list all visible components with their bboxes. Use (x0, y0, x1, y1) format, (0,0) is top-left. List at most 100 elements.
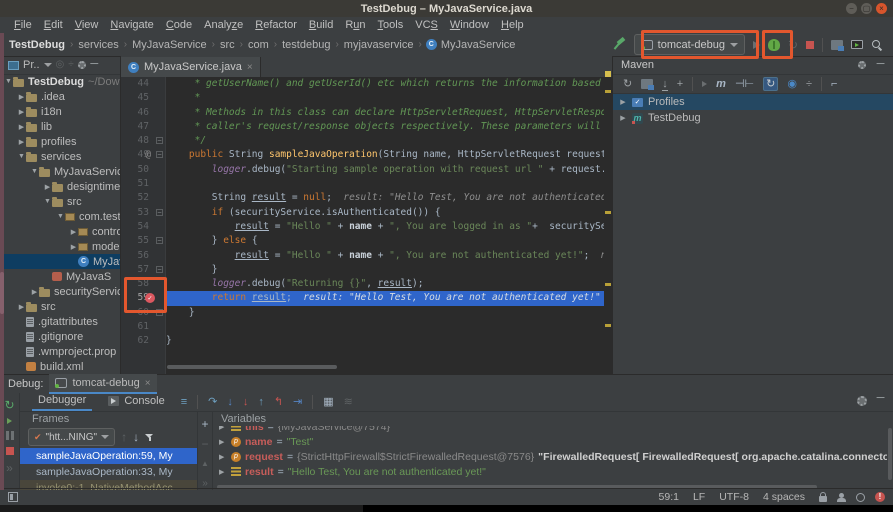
fold-marker[interactable]: – (156, 309, 163, 316)
tree-item-mode[interactable]: ▶mode (0, 239, 120, 254)
run-dashboard-icon[interactable] (851, 40, 863, 49)
hide-panel-icon[interactable]: ─ (90, 61, 99, 70)
tree-arrow-icon[interactable]: ▶ (17, 108, 26, 116)
tree-arrow-icon[interactable]: ▶ (43, 183, 52, 191)
code-line[interactable]: * getUserName() and getUserId() etc whic… (166, 77, 612, 91)
stop-button[interactable] (806, 41, 814, 49)
editor-gutter[interactable]: 4445464748–49@–50515253–5455–5657–5859✓6… (121, 77, 166, 374)
tree-arrow-icon[interactable]: ▶ (619, 114, 627, 122)
reimport-icon[interactable]: ↻ (623, 78, 632, 90)
fold-marker[interactable]: – (156, 137, 163, 144)
breadcrumb-item[interactable]: myjavaservice (343, 39, 415, 51)
gutter-line[interactable]: 54 (121, 220, 165, 234)
tree-arrow-icon[interactable]: ▶ (17, 123, 26, 131)
tree-item-myjav[interactable]: CMyJav (0, 254, 120, 269)
error-stripe[interactable] (604, 77, 612, 374)
indent-style[interactable]: 4 spaces (763, 491, 805, 503)
menu-item-window[interactable]: Window (444, 19, 495, 31)
gutter-line[interactable]: 51 (121, 177, 165, 191)
breadcrumb-item[interactable]: MyJavaService (131, 39, 208, 51)
menu-item-help[interactable]: Help (495, 19, 530, 31)
gutter-line[interactable]: 45 (121, 91, 165, 105)
build-hammer-icon[interactable] (613, 38, 626, 51)
move-up-icon[interactable]: ▲ (201, 458, 209, 470)
code-line[interactable]: } else { (166, 234, 612, 248)
breadcrumb-item[interactable]: TestDebug (8, 39, 66, 51)
tree-arrow-icon[interactable]: ▶ (69, 228, 78, 236)
tree-arrow-icon[interactable]: ▼ (30, 168, 39, 175)
file-encoding[interactable]: UTF-8 (719, 491, 749, 503)
run-config-selector[interactable]: tomcat-debug (634, 34, 745, 55)
variable-row-result[interactable]: ▶result = "Hello Test, You are not authe… (213, 464, 887, 479)
gutter-line[interactable]: 52 (121, 191, 165, 205)
event-log-error-icon[interactable]: ! (875, 492, 885, 502)
gear-icon[interactable] (78, 61, 86, 69)
breadcrumb-item[interactable]: com (247, 39, 270, 51)
code-line[interactable]: String result = null; result: "Hello Tes… (166, 191, 612, 205)
menu-item-view[interactable]: View (69, 19, 105, 31)
maven-goal-icon[interactable]: m (716, 78, 726, 90)
debug-button[interactable] (768, 39, 780, 51)
tree-arrow-icon[interactable]: ▶ (17, 303, 26, 311)
tree-arrow-icon[interactable]: ▶ (30, 288, 39, 296)
project-panel-title[interactable]: Pr.. (23, 59, 40, 71)
gutter-line[interactable]: 61 (121, 320, 165, 334)
tree-item-src[interactable]: ▼src (0, 194, 120, 209)
code-line[interactable] (166, 320, 612, 334)
step-out-icon[interactable]: ↑ (258, 397, 264, 408)
tree-arrow-icon[interactable]: ▼ (56, 213, 65, 220)
stop-icon[interactable] (6, 447, 14, 455)
run-button[interactable] (753, 41, 760, 49)
tree-item--idea[interactable]: ▶.idea (0, 89, 120, 104)
variable-row-request[interactable]: ▶prequest = {StrictHttpFirewall$StrictFi… (213, 449, 887, 464)
toolwindow-toggle-icon[interactable] (8, 492, 18, 502)
collapse-all-icon[interactable]: ÷ (68, 59, 74, 71)
tree-arrow-icon[interactable]: ▶ (619, 98, 627, 106)
code-line[interactable]: * (166, 91, 612, 105)
gutter-line[interactable]: 60– (121, 306, 165, 320)
gear-icon[interactable] (858, 61, 866, 69)
code-line[interactable] (166, 177, 612, 191)
run-maven-build-icon[interactable] (702, 81, 707, 87)
caret-position[interactable]: 59:1 (659, 491, 679, 503)
breadcrumb-item[interactable]: src (219, 39, 236, 51)
variable-row-this[interactable]: ▶this = {MyJavaService@7574} (213, 426, 887, 434)
gutter-line[interactable]: 48– (121, 134, 165, 148)
force-step-into-icon[interactable]: ↓ (243, 397, 249, 408)
remove-watch-icon[interactable]: − (201, 438, 208, 450)
code-line[interactable]: result = "Hello " + name + ", You are lo… (166, 220, 612, 234)
code-line[interactable]: } (166, 306, 612, 320)
menu-item-edit[interactable]: Edit (38, 19, 69, 31)
fold-marker[interactable]: – (156, 151, 163, 158)
horizontal-scrollbar[interactable] (167, 365, 337, 369)
gutter-line[interactable]: 57– (121, 263, 165, 277)
tree-item-src[interactable]: ▶src (0, 299, 120, 314)
editor-code[interactable]: * getUserName() and getUserId() etc whic… (166, 77, 612, 374)
variable-row-name[interactable]: ▶pname = "Test" (213, 434, 887, 449)
drop-frame-icon[interactable]: ↰ (274, 397, 283, 408)
menu-item-tools[interactable]: Tools (372, 19, 410, 31)
menu-item-code[interactable]: Code (160, 19, 198, 31)
run-to-cursor-icon[interactable]: ⇥ (293, 397, 302, 408)
add-watch-icon[interactable]: + (201, 418, 208, 430)
code-line[interactable]: logger.debug("Starting sample operation … (166, 163, 612, 177)
maven-item-testdebug[interactable]: ▶mTestDebug (613, 110, 893, 126)
code-line[interactable]: public String sampleJavaOperation(String… (166, 148, 612, 162)
maven-settings-icon[interactable]: ⌐ (831, 78, 837, 90)
menu-item-run[interactable]: Run (339, 19, 371, 31)
fold-marker[interactable]: – (156, 237, 163, 244)
code-line[interactable]: * Methods in this class can declare Http… (166, 106, 612, 120)
code-line[interactable]: * caller's request/response objects resp… (166, 120, 612, 134)
hide-panel-icon[interactable]: ─ (876, 61, 885, 70)
hide-panel-icon[interactable]: ─ (876, 395, 885, 404)
code-line[interactable]: } (166, 334, 612, 348)
debug-session-tab[interactable]: tomcat-debug × (49, 374, 156, 394)
step-into-icon[interactable]: ↓ (227, 397, 233, 408)
gutter-line[interactable]: 47 (121, 120, 165, 134)
maximize-button[interactable]: ▢ (861, 3, 872, 14)
search-everywhere-icon[interactable] (871, 39, 883, 51)
filter-icon[interactable] (145, 433, 154, 442)
menu-item-vcs[interactable]: VCS (409, 19, 444, 31)
services-icon[interactable] (831, 40, 843, 50)
code-line[interactable]: logger.debug("Returning {}", result); (166, 277, 612, 291)
